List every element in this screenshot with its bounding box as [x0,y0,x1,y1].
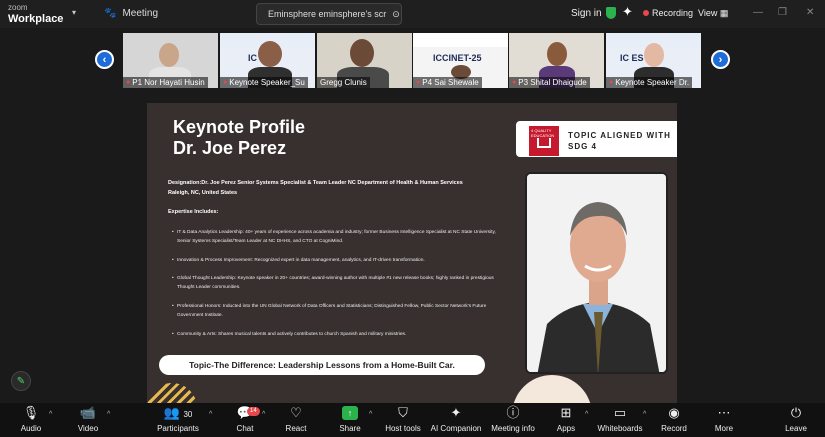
decorative-arc [512,375,592,403]
share-button[interactable]: ↑ Share [320,404,380,433]
participant-name-label: ● P3 Shital Dhaigude [509,77,590,88]
ai-sparkle-icon[interactable]: ✦ [622,4,633,20]
mic-muted-icon: ● [223,79,228,86]
share-up-arrow-icon: ↑ [342,406,358,420]
apps-options-caret[interactable]: ^ [585,411,588,418]
participant-name-label: ● P4 Sai Shewale [413,77,482,88]
more-dots-icon: ⋯ [717,405,731,420]
audio-options-caret[interactable]: ^ [49,411,52,418]
mic-muted-icon: ● [512,79,517,86]
strip-prev-button[interactable]: ‹ [95,50,114,69]
video-options-caret[interactable]: ^ [107,411,110,418]
info-icon: ⓘ [506,405,520,420]
share-options-caret[interactable]: ^ [369,411,372,418]
host-tools-button[interactable]: ⛉ Host tools [373,404,433,433]
speaker-portrait-image [527,174,666,372]
banner-text: IC [248,53,257,63]
participant-name-label: ● Keynote Speaker Dr. [606,77,693,88]
participant-tile[interactable]: ICCINET-25 ● P4 Sai Shewale [413,33,508,88]
banner-text: IC ES [620,53,644,63]
slide-title: Keynote Profile Dr. Joe Perez [173,117,306,158]
ai-companion-button[interactable]: ✦ AI Companion [426,404,486,433]
audio-button[interactable]: 🎙 Audio [1,404,61,433]
record-icon: ◉ [668,405,680,420]
presentation-slide: Keynote Profile Dr. Joe Perez 4 QUALITY … [147,103,677,403]
react-button[interactable]: ♡ React [266,404,326,433]
title-bar: zoom Workplace ▾ 🐾 Meeting Eminsphere em… [0,0,825,28]
banner-text: ICCINET-25 [433,53,482,63]
chevron-right-icon: › [718,53,723,66]
annotate-pencil-icon[interactable]: ✎ [11,371,31,391]
whiteboards-button[interactable]: ▭ Whiteboards [590,404,650,433]
speaker-photo [525,172,668,374]
meeting-info-button[interactable]: ⓘ Meeting info [483,404,543,433]
more-options-icon[interactable]: ⊙ [392,9,400,20]
expertise-heading: Expertise Includes: [168,209,219,215]
conference-banner [413,33,508,47]
participant-tile[interactable]: Gregg Clunis [317,33,412,88]
expertise-bullet: IT & Data Analytics Leadership: 40+ year… [172,229,507,246]
brand-chevron-down-icon[interactable]: ▾ [72,8,76,17]
participant-face [547,42,567,66]
participant-face [350,39,374,67]
mic-muted-icon: 🎙 [22,405,40,420]
shield-icon[interactable] [606,7,616,19]
video-button[interactable]: 📹 Video [58,404,118,433]
book-shape [537,138,551,148]
decorative-stripes [147,383,197,403]
sdg4-book-icon: 4 QUALITY EDUCATION [529,126,559,156]
apps-button[interactable]: ⊞ Apps [536,404,596,433]
paw-icon: 🐾 [104,8,117,19]
chevron-left-icon: ‹ [102,53,107,66]
meeting-menu[interactable]: 🐾 Meeting [104,8,158,19]
participant-tile[interactable]: IC ES ● Keynote Speaker Dr. [606,33,701,88]
grid-icon: ▦ [719,8,729,18]
participants-button[interactable]: 👥 30 Participants [148,404,208,433]
participant-face [644,43,664,67]
leave-door-icon: ⏻ [790,405,802,420]
participant-tile[interactable]: ● P3 Shital Dhaigude [509,33,604,88]
participant-name-label: Gregg Clunis [317,77,370,88]
ai-sparkle-icon: ✦ [450,405,462,420]
sdg-text: TOPIC ALIGNED WITH SDG 4 [568,131,671,151]
chat-options-caret[interactable]: ^ [262,411,265,418]
mic-muted-icon: ● [126,79,131,86]
shield-icon: ⛉ [398,405,408,420]
leave-button[interactable]: ⏻ Leave [766,404,825,433]
video-off-icon: 📹 [79,405,97,420]
maximize-icon[interactable]: ❐ [778,7,787,18]
close-icon[interactable]: ✕ [806,7,814,18]
chat-unread-badge: 14 [247,407,260,416]
screen-share-indicator[interactable]: Eminsphere eminsphere's scr ⊙ [256,3,402,25]
designation-text: Designation:Dr. Joe Perez Senior Systems… [168,180,463,196]
expertise-bullet: Professional Honors: Inducted into the U… [172,303,507,320]
participant-name-label: ● Keynote Speaker_Su [220,77,308,88]
strip-next-button[interactable]: › [711,50,730,69]
whiteboard-icon: ▭ [613,405,627,420]
participant-face [159,43,179,67]
heart-icon: ♡ [290,405,302,420]
participants-options-caret[interactable]: ^ [209,411,212,418]
zoom-logo: zoom Workplace [8,3,64,25]
mic-muted-icon: ● [416,79,421,86]
expertise-bullet: Community & Arts: Shares musical talents… [172,331,507,340]
participant-tile[interactable]: IC ● Keynote Speaker_Su [220,33,315,88]
sdg-badge: 4 QUALITY EDUCATION TOPIC ALIGNED WITH S… [514,119,677,159]
topic-banner: Topic-The Difference: Leadership Lessons… [159,355,485,375]
participant-tile[interactable]: ● P1 Nor Hayati Husin [123,33,218,88]
recording-status[interactable]: Recording [652,8,693,18]
expertise-bullet: Global Thought Leadership: Keynote speak… [172,275,507,292]
participants-icon: 👥 30 [163,405,193,420]
participant-name-label: ● P1 Nor Hayati Husin [123,77,208,88]
view-menu[interactable]: View ▦ [698,8,728,19]
minimize-icon[interactable]: — [753,7,763,18]
expertise-bullet: Innovation & Process Improvement: Recogn… [172,257,507,266]
more-button[interactable]: ⋯ More [694,404,754,433]
apps-grid-icon: ⊞ [560,405,572,420]
recording-dot-icon [643,10,649,16]
participant-face [258,41,282,67]
sign-in-link[interactable]: Sign in [571,8,602,19]
mic-muted-icon: ● [609,79,614,86]
